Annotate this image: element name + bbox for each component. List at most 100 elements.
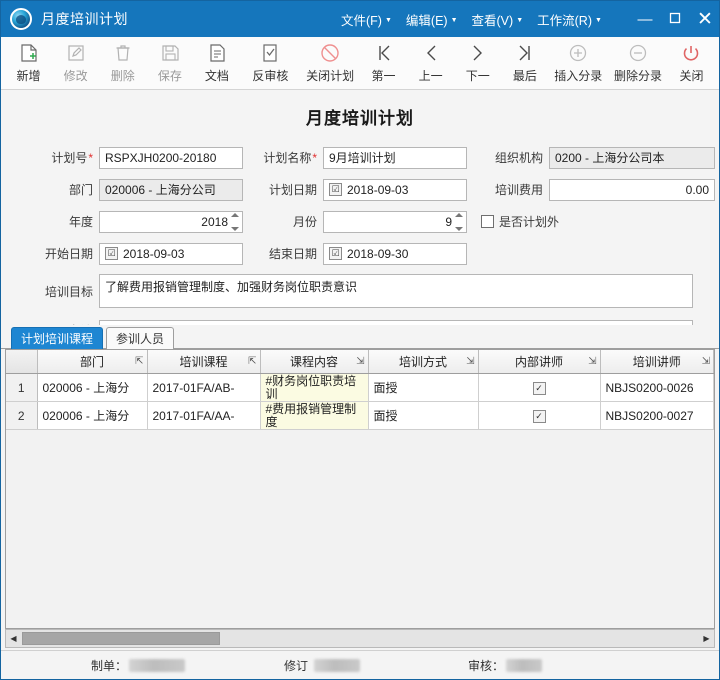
forbidden-icon <box>319 42 341 64</box>
cell-trainer[interactable]: NBJS0200-0027 <box>600 401 714 430</box>
menu-edit[interactable]: 编辑(E) ▼ <box>406 10 458 29</box>
toolbar-insert-entry-button[interactable]: 插入分录 <box>548 39 608 87</box>
header-dept-label: 部门 <box>79 355 104 369</box>
toolbar-first-button[interactable]: 第一 <box>360 39 407 87</box>
dept-input[interactable]: 020006 - 上海分公司 <box>99 178 243 201</box>
toolbar-save-button[interactable]: 保存 <box>146 39 193 87</box>
cell-content[interactable]: #财务岗位职责培训 <box>260 373 369 402</box>
internal-trainer-checkbox[interactable]: ✓ <box>532 382 546 395</box>
cell-course[interactable]: 2017-01FA/AB- <box>147 373 261 402</box>
table-header-row: 部门 ⇱ 培训课程 ⇱ 课程内容 ⇲ 培训方式 ⇲ 内部讲师 ⇲ 培训讲师 ⇲ <box>6 350 714 374</box>
toolbar-first-label: 第一 <box>371 69 396 83</box>
pin-icon[interactable]: ⇱ <box>135 356 143 367</box>
toolbar-save-label: 保存 <box>157 69 182 83</box>
cell-content[interactable]: #费用报销管理制度 <box>260 401 369 430</box>
tab-plan-courses[interactable]: 计划培训课程 <box>11 327 104 349</box>
plan-no-input[interactable]: RSPXJH0200-20180 <box>99 146 243 169</box>
pin-icon[interactable]: ⇲ <box>588 356 596 367</box>
year-spinner[interactable] <box>231 212 240 231</box>
toolbar-modify-button[interactable]: 修改 <box>52 39 99 87</box>
menu-view[interactable]: 查看(V) ▼ <box>472 10 524 29</box>
end-date-checkbox[interactable]: ☑ <box>329 247 342 260</box>
header-course-label: 培训课程 <box>179 355 228 369</box>
header-content[interactable]: 课程内容 ⇲ <box>260 350 369 374</box>
end-date-input[interactable]: ☑ 2018-09-30 <box>323 242 467 265</box>
cell-dept[interactable]: 020006 - 上海分 <box>37 373 148 402</box>
toolbar-new-button[interactable]: 新增 <box>5 39 52 87</box>
start-date-value: 2018-09-03 <box>123 246 185 261</box>
header-method-label: 培训方式 <box>398 355 447 369</box>
header-dept[interactable]: 部门 ⇱ <box>37 350 148 374</box>
toolbar-close-plan-button[interactable]: 关闭计划 <box>300 39 360 87</box>
header-method[interactable]: 培训方式 ⇲ <box>368 350 479 374</box>
toolbar-prev-button[interactable]: 上一 <box>407 39 454 87</box>
org-input[interactable]: 0200 - 上海分公司本 <box>549 146 715 169</box>
start-date-checkbox[interactable]: ☑ <box>105 247 118 260</box>
plan-date-checkbox[interactable]: ☑ <box>329 183 342 196</box>
status-revise: 修订 <box>284 657 361 674</box>
header-internal-trainer[interactable]: 内部讲师 ⇲ <box>478 350 601 374</box>
toolbar-delete-entry-button[interactable]: 删除分录 <box>608 39 668 87</box>
pin-icon[interactable]: ⇲ <box>702 356 710 367</box>
toolbar-exit-button[interactable]: 关闭 <box>668 39 715 87</box>
toolbar-exit-label: 关闭 <box>679 69 704 83</box>
close-button[interactable]: ✕ <box>697 10 713 29</box>
start-date-input[interactable]: ☑ 2018-09-03 <box>99 242 243 265</box>
year-input[interactable]: 2018 <box>99 210 243 233</box>
cell-method[interactable]: 面授 <box>368 373 479 402</box>
outside-plan-checkbox-group[interactable]: 是否计划外 <box>481 213 559 230</box>
cell-dept[interactable]: 020006 - 上海分 <box>37 401 148 430</box>
plan-date-input[interactable]: ☑ 2018-09-03 <box>323 178 467 201</box>
toolbar-document-button[interactable]: 文档 <box>193 39 240 87</box>
header-course[interactable]: 培训课程 ⇱ <box>147 350 261 374</box>
menu-workflow[interactable]: 工作流(R) ▼ <box>537 10 602 29</box>
menu-file[interactable]: 文件(F) ▼ <box>341 10 392 29</box>
row-number: 2 <box>6 401 38 430</box>
maximize-icon[interactable] <box>667 12 683 27</box>
status-audit-value <box>506 658 543 672</box>
toolbar-last-button[interactable]: 最后 <box>501 39 548 87</box>
toolbar-next-button[interactable]: 下一 <box>454 39 501 87</box>
cell-trainer[interactable]: NBJS0200-0026 <box>600 373 714 402</box>
document-icon <box>206 42 228 64</box>
scroll-left-arrow[interactable]: ◀ <box>6 631 21 646</box>
pin-icon[interactable]: ⇲ <box>356 356 364 367</box>
train-fee-input[interactable]: 0.00 <box>549 178 715 201</box>
cell-internal-trainer[interactable]: ✓ <box>478 401 601 430</box>
goal-textarea[interactable]: 了解费用报销管理制度、加强财务岗位职责意识 <box>99 274 693 308</box>
pin-icon[interactable]: ⇲ <box>466 356 474 367</box>
pin-icon[interactable]: ⇱ <box>248 356 256 367</box>
cell-course[interactable]: 2017-01FA/AA- <box>147 401 261 430</box>
month-label: 月份 <box>292 215 317 229</box>
internal-trainer-checkbox[interactable]: ✓ <box>532 410 546 423</box>
checklist-icon <box>259 42 281 64</box>
plan-name-input[interactable]: 9月培训计划 <box>323 146 467 169</box>
table-row[interactable]: 2 020006 - 上海分 2017-01FA/AA- #费用报销管理制度 面… <box>6 401 714 430</box>
month-spinner[interactable] <box>455 212 464 231</box>
cell-method[interactable]: 面授 <box>368 401 479 430</box>
horizontal-scrollbar[interactable]: ◀ ▶ <box>5 629 715 648</box>
dept-label: 部门 <box>68 183 93 197</box>
header-trainer-label: 培训讲师 <box>632 355 681 369</box>
toolbar-insert-entry-label: 插入分录 <box>554 69 603 83</box>
table-row[interactable]: 1 020006 - 上海分 2017-01FA/AB- #财务岗位职责培训 面… <box>6 373 714 402</box>
org-label: 组织机构 <box>494 151 543 165</box>
toolbar-unaudit-label: 反审核 <box>252 69 289 83</box>
month-input[interactable]: 9 <box>323 210 467 233</box>
scroll-right-arrow[interactable]: ▶ <box>699 631 714 646</box>
required-marker: * <box>312 151 317 165</box>
toolbar-unaudit-button[interactable]: 反审核 <box>240 39 300 87</box>
scroll-thumb[interactable] <box>22 632 220 645</box>
plan-name-label-text: 计划名称 <box>263 151 312 165</box>
cell-internal-trainer[interactable]: ✓ <box>478 373 601 402</box>
minimize-button[interactable]: — <box>637 12 653 27</box>
chevron-down-icon: ▼ <box>594 16 602 24</box>
chevron-down-icon: ▼ <box>516 16 524 24</box>
row-number: 1 <box>6 373 38 402</box>
tab-participants[interactable]: 参训人员 <box>106 327 175 349</box>
toolbar-delete-button[interactable]: 删除 <box>99 39 146 87</box>
menu-edit-label: 编辑(E) <box>405 13 448 28</box>
outside-plan-checkbox[interactable] <box>481 215 494 228</box>
header-internal-trainer-label: 内部讲师 <box>514 355 563 369</box>
header-trainer[interactable]: 培训讲师 ⇲ <box>600 350 714 374</box>
